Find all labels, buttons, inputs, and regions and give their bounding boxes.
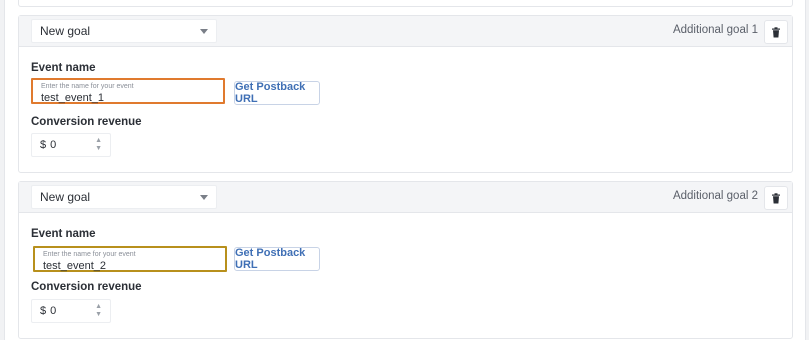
- goal-type-select[interactable]: New goal: [31, 19, 217, 43]
- revenue-value: 0: [50, 139, 57, 151]
- previous-card-bottom: [18, 0, 793, 7]
- event-name-title: Event name: [31, 62, 96, 74]
- conversion-revenue-input[interactable]: $ 0 ▲ ▼: [31, 299, 111, 323]
- goal-label: Additional goal 1: [672, 24, 758, 36]
- delete-goal-button[interactable]: [764, 186, 788, 210]
- chevron-down-icon: [200, 194, 208, 200]
- goal-type-value: New goal: [40, 190, 91, 204]
- event-name-input[interactable]: Enter the name for your event test_event…: [33, 246, 227, 272]
- revenue-value: 0: [50, 305, 57, 317]
- conversion-revenue-title: Conversion revenue: [31, 281, 142, 293]
- goal-label: Additional goal 2: [672, 190, 758, 202]
- conversion-revenue-title: Conversion revenue: [31, 116, 142, 128]
- event-name-placeholder: Enter the name for your event: [41, 83, 134, 90]
- goal-type-value: New goal: [40, 24, 91, 38]
- trash-icon: [772, 26, 780, 37]
- conversion-revenue-input[interactable]: $ 0 ▲ ▼: [31, 133, 111, 157]
- goal-card-header: New goal Additional goal 2: [19, 182, 792, 213]
- stepper-arrows-icon[interactable]: ▲ ▼: [95, 137, 102, 153]
- delete-goal-button[interactable]: [764, 20, 788, 44]
- event-name-value: test_event_1: [41, 92, 104, 104]
- goal-card-2: New goal Additional goal 2 Event name En…: [18, 181, 793, 339]
- goal-card-1: New goal Additional goal 1 Event name En…: [18, 15, 793, 173]
- event-name-input[interactable]: Enter the name for your event test_event…: [31, 78, 225, 104]
- goal-type-select[interactable]: New goal: [31, 185, 217, 209]
- event-name-value: test_event_2: [43, 260, 106, 272]
- goal-card-header: New goal Additional goal 1: [19, 16, 792, 47]
- stepper-arrows-icon[interactable]: ▲ ▼: [95, 303, 102, 319]
- event-name-placeholder: Enter the name for your event: [43, 251, 136, 258]
- get-postback-url-button[interactable]: Get Postback URL: [234, 247, 320, 271]
- chevron-down-icon: [200, 28, 208, 34]
- currency-symbol: $: [40, 139, 47, 151]
- trash-icon: [772, 192, 780, 203]
- event-name-title: Event name: [31, 228, 96, 240]
- currency-symbol: $: [40, 305, 47, 317]
- get-postback-url-button[interactable]: Get Postback URL: [234, 81, 320, 105]
